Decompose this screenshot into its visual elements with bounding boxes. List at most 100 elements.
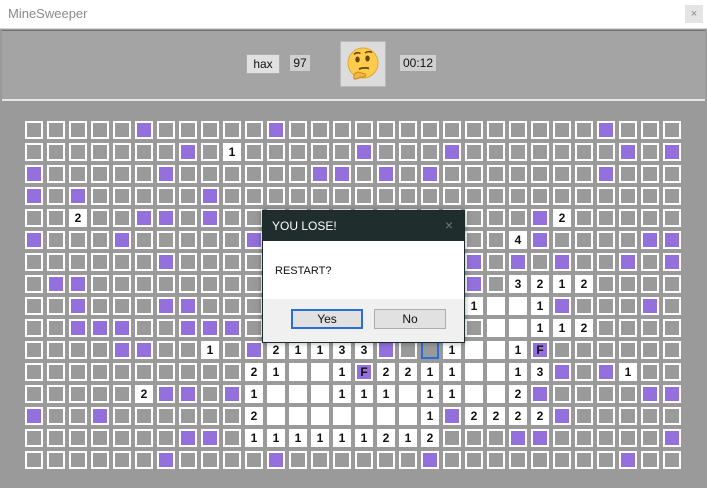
grid-cell[interactable] <box>47 121 65 139</box>
grid-cell[interactable] <box>333 121 351 139</box>
grid-cell[interactable] <box>245 275 263 293</box>
number-cell[interactable]: 3 <box>333 341 351 359</box>
grid-cell[interactable] <box>509 451 527 469</box>
grid-cell[interactable] <box>201 253 219 271</box>
grid-cell[interactable] <box>245 209 263 227</box>
mine-cell[interactable] <box>509 253 527 271</box>
grid-cell[interactable] <box>443 121 461 139</box>
grid-cell[interactable] <box>553 385 571 403</box>
grid-cell[interactable] <box>663 319 681 337</box>
grid-cell[interactable] <box>597 187 615 205</box>
grid-cell[interactable] <box>179 363 197 381</box>
grid-cell[interactable] <box>69 341 87 359</box>
grid-cell[interactable] <box>157 407 175 425</box>
number-cell[interactable]: 2 <box>421 429 439 447</box>
grid-cell[interactable] <box>553 429 571 447</box>
grid-cell[interactable] <box>487 121 505 139</box>
mine-cell[interactable] <box>157 209 175 227</box>
grid-cell[interactable] <box>91 143 109 161</box>
mine-cell[interactable] <box>157 297 175 315</box>
grid-cell[interactable] <box>641 341 659 359</box>
grid-cell[interactable] <box>69 363 87 381</box>
grid-cell[interactable] <box>289 187 307 205</box>
grid-cell[interactable] <box>223 429 241 447</box>
grid-cell[interactable] <box>25 363 43 381</box>
flag-cell[interactable]: F <box>355 363 373 381</box>
grid-cell[interactable] <box>575 451 593 469</box>
grid-cell[interactable] <box>69 451 87 469</box>
grid-cell[interactable] <box>465 231 483 249</box>
grid-cell[interactable] <box>465 143 483 161</box>
grid-cell[interactable] <box>91 209 109 227</box>
grid-cell[interactable] <box>575 341 593 359</box>
mine-cell[interactable] <box>663 231 681 249</box>
mine-cell[interactable] <box>509 429 527 447</box>
revealed-cell[interactable] <box>509 297 527 315</box>
grid-cell[interactable] <box>641 363 659 381</box>
mine-cell[interactable] <box>553 407 571 425</box>
grid-cell[interactable] <box>597 319 615 337</box>
grid-cell[interactable] <box>179 187 197 205</box>
grid-cell[interactable] <box>355 165 373 183</box>
grid-cell[interactable] <box>157 429 175 447</box>
number-cell[interactable]: 1 <box>377 385 395 403</box>
grid-cell[interactable] <box>69 121 87 139</box>
grid-cell[interactable] <box>487 209 505 227</box>
grid-cell[interactable] <box>47 297 65 315</box>
mine-cell[interactable] <box>47 275 65 293</box>
grid-cell[interactable] <box>135 165 153 183</box>
mine-cell[interactable] <box>465 275 483 293</box>
grid-cell[interactable] <box>311 187 329 205</box>
grid-cell[interactable] <box>663 363 681 381</box>
grid-cell[interactable] <box>465 319 483 337</box>
grid-cell[interactable] <box>47 363 65 381</box>
grid-cell[interactable] <box>575 363 593 381</box>
grid-cell[interactable] <box>91 275 109 293</box>
grid-cell[interactable] <box>377 451 395 469</box>
number-cell[interactable]: 1 <box>355 429 373 447</box>
grid-cell[interactable] <box>619 297 637 315</box>
grid-cell[interactable] <box>245 451 263 469</box>
grid-cell[interactable] <box>619 385 637 403</box>
grid-cell[interactable] <box>135 275 153 293</box>
mine-cell[interactable] <box>245 341 263 359</box>
grid-cell[interactable] <box>201 297 219 315</box>
number-cell[interactable]: 1 <box>531 319 549 337</box>
revealed-cell[interactable] <box>487 297 505 315</box>
grid-cell[interactable] <box>25 209 43 227</box>
grid-cell[interactable] <box>487 275 505 293</box>
mine-cell[interactable] <box>377 165 395 183</box>
number-cell[interactable]: 1 <box>201 341 219 359</box>
number-cell[interactable]: 2 <box>465 407 483 425</box>
revealed-cell[interactable] <box>289 385 307 403</box>
grid-cell[interactable] <box>443 429 461 447</box>
mine-cell[interactable] <box>531 429 549 447</box>
grid-cell[interactable] <box>179 275 197 293</box>
number-cell[interactable]: 2 <box>531 407 549 425</box>
grid-cell[interactable] <box>641 165 659 183</box>
grid-cell[interactable] <box>575 253 593 271</box>
number-cell[interactable]: 1 <box>421 363 439 381</box>
grid-cell[interactable] <box>113 385 131 403</box>
grid-cell[interactable] <box>113 165 131 183</box>
grid-cell[interactable] <box>113 297 131 315</box>
mine-cell[interactable] <box>663 385 681 403</box>
mine-cell[interactable] <box>25 407 43 425</box>
grid-cell[interactable] <box>223 231 241 249</box>
grid-cell[interactable] <box>135 363 153 381</box>
grid-cell[interactable] <box>157 363 175 381</box>
grid-cell[interactable] <box>91 297 109 315</box>
mine-cell[interactable] <box>91 407 109 425</box>
number-cell[interactable]: 1 <box>245 385 263 403</box>
grid-cell[interactable] <box>157 341 175 359</box>
mine-cell[interactable] <box>201 209 219 227</box>
grid-cell[interactable] <box>399 451 417 469</box>
grid-cell[interactable] <box>641 209 659 227</box>
grid-cell[interactable] <box>47 253 65 271</box>
grid-cell[interactable] <box>25 297 43 315</box>
number-cell[interactable]: 2 <box>487 407 505 425</box>
grid-cell[interactable] <box>421 187 439 205</box>
grid-cell[interactable] <box>91 231 109 249</box>
mine-cell[interactable] <box>531 209 549 227</box>
grid-cell[interactable] <box>553 165 571 183</box>
